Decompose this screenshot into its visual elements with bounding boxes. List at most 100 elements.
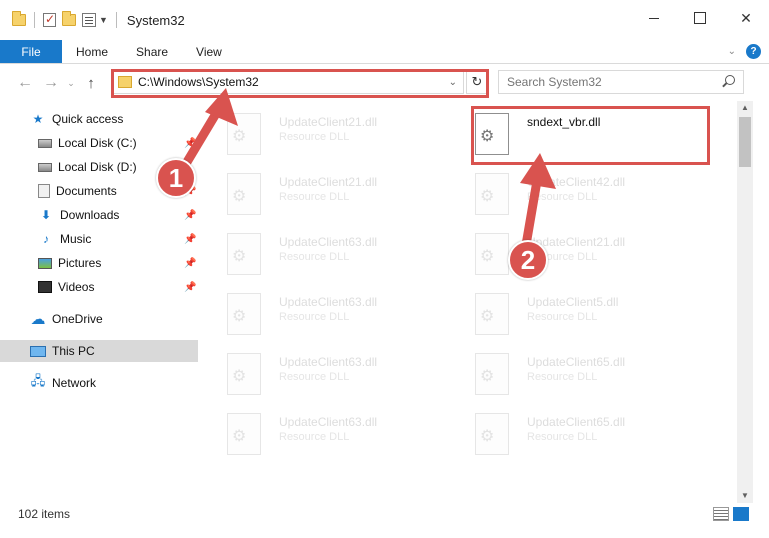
large-icons-view-icon[interactable] [733, 507, 749, 521]
music-icon: ♪ [43, 232, 49, 246]
sidebar-item-label: Music [60, 232, 92, 246]
sidebar-item-label: This PC [52, 344, 95, 358]
sidebar-item-pictures[interactable]: Pictures 📌 [0, 252, 200, 274]
window-bottom-edge [0, 525, 769, 538]
file-item[interactable]: UpdateClient65.dll Resource DLL [457, 407, 705, 463]
file-name: UpdateClient21.dll [279, 175, 378, 189]
back-arrow-icon[interactable]: ← [12, 74, 38, 92]
window-controls: ✕ [631, 0, 769, 40]
pictures-icon [38, 257, 52, 269]
dll-file-icon [227, 293, 261, 335]
step-2-badge: 2 [508, 240, 548, 280]
file-item[interactable]: UpdateClient63.dll Resource DLL [209, 287, 457, 343]
file-type: Resource DLL [527, 431, 598, 443]
properties-check-icon[interactable] [43, 12, 56, 27]
toolbar-separator [115, 12, 117, 28]
sidebar-item-label: Quick access [52, 112, 124, 126]
properties-icon[interactable] [82, 13, 96, 27]
file-name: UpdateClient21.dll [279, 115, 378, 129]
file-name: UpdateClient63.dll [279, 415, 378, 429]
network-icon: 🖧 [30, 373, 46, 388]
scroll-down-arrow-icon[interactable]: ▼ [737, 489, 753, 503]
customize-toolbar-chevron-icon[interactable]: ▼ [99, 15, 108, 25]
sidebar-item-label: Videos [58, 280, 95, 294]
search-input[interactable] [507, 75, 717, 89]
file-name: UpdateClient63.dll [279, 355, 378, 369]
dll-file-icon [475, 353, 509, 395]
sidebar-item-network[interactable]: 🖧 Network [0, 372, 200, 394]
cloud-icon: ☁ [30, 311, 46, 328]
dll-file-icon [475, 293, 509, 335]
maximize-button[interactable] [677, 0, 723, 36]
view-toggle [713, 507, 749, 521]
file-type: Resource DLL [279, 431, 350, 443]
scroll-thumb[interactable] [739, 117, 751, 167]
vertical-scrollbar[interactable]: ▲ ▼ [737, 101, 753, 503]
sidebar-item-this-pc[interactable]: This PC [0, 340, 198, 362]
file-type: Resource DLL [279, 371, 350, 383]
file-type: Resource DLL [527, 371, 598, 383]
pin-icon: 📌 [184, 281, 197, 293]
ribbon-right: ⌄ ? [728, 44, 761, 59]
download-icon: ⬇ [40, 208, 52, 222]
dll-file-icon [475, 413, 509, 455]
pin-icon: 📌 [184, 233, 197, 245]
window-title: System32 [126, 12, 185, 28]
new-folder-icon[interactable] [62, 11, 76, 26]
disk-icon [38, 138, 52, 148]
tab-share[interactable]: Share [122, 40, 182, 63]
title-bar: ▼ System32 ✕ [0, 0, 769, 40]
file-item[interactable]: UpdateClient63.dll Resource DLL [209, 407, 457, 463]
item-count: 102 items [18, 507, 71, 521]
dll-file-icon [227, 233, 261, 275]
file-type: Resource DLL [279, 191, 350, 203]
sidebar-item-label: OneDrive [52, 312, 103, 326]
expand-ribbon-chevron-icon[interactable]: ⌄ [728, 46, 736, 57]
file-item[interactable]: UpdateClient63.dll Resource DLL [209, 227, 457, 283]
close-button[interactable]: ✕ [723, 0, 769, 36]
forward-arrow-icon[interactable]: → [38, 74, 64, 92]
folder-icon [12, 11, 26, 26]
sidebar-item-label: Network [52, 376, 97, 390]
tab-view[interactable]: View [182, 40, 236, 63]
search-box[interactable] [498, 70, 744, 94]
ribbon-tabs: File Home Share View ⌄ ? [0, 40, 769, 64]
sidebar-item-onedrive[interactable]: ☁ OneDrive [0, 308, 200, 330]
status-bar: 102 items [0, 503, 769, 525]
dll-file-icon [227, 353, 261, 395]
file-type: Resource DLL [279, 131, 350, 143]
file-type: Resource DLL [279, 251, 350, 263]
file-item[interactable]: UpdateClient63.dll Resource DLL [209, 347, 457, 403]
up-arrow-icon[interactable]: ↑ [78, 75, 104, 92]
tab-home[interactable]: Home [62, 40, 122, 63]
file-name: UpdateClient65.dll [527, 415, 626, 429]
toolbar-separator [34, 12, 35, 28]
sidebar-item-label: Pictures [58, 256, 102, 270]
documents-icon [38, 184, 50, 198]
dll-file-icon [227, 413, 261, 455]
pin-icon: 📌 [184, 209, 197, 221]
file-item[interactable]: UpdateClient65.dll Resource DLL [457, 347, 705, 403]
details-view-icon[interactable] [713, 507, 729, 521]
pin-icon: 📌 [184, 257, 197, 269]
minimize-button[interactable] [631, 0, 677, 36]
search-icon[interactable] [725, 75, 735, 85]
pc-icon [30, 345, 46, 357]
sidebar-item-videos[interactable]: Videos 📌 [0, 276, 200, 298]
file-item[interactable]: UpdateClient21.dll Resource DLL [457, 227, 705, 283]
recent-locations-chevron-icon[interactable]: ⌄ [64, 78, 78, 89]
file-type: Resource DLL [527, 311, 598, 323]
sidebar-item-label: Downloads [60, 208, 120, 222]
file-item[interactable]: UpdateClient42.dll Resource DLL [457, 167, 705, 223]
sidebar-item-label: Local Disk (C:) [58, 136, 137, 150]
scroll-up-arrow-icon[interactable]: ▲ [737, 101, 753, 115]
sidebar-item-music[interactable]: ♪ Music 📌 [0, 228, 200, 250]
help-icon[interactable]: ? [746, 44, 761, 59]
file-item[interactable]: UpdateClient5.dll Resource DLL [457, 287, 705, 343]
tab-file[interactable]: File [0, 40, 62, 63]
file-name: UpdateClient63.dll [279, 235, 378, 249]
videos-icon [38, 281, 52, 293]
disk-icon [38, 162, 52, 172]
file-name: UpdateClient65.dll [527, 355, 626, 369]
sidebar-item-downloads[interactable]: ⬇ Downloads 📌 [0, 204, 200, 226]
